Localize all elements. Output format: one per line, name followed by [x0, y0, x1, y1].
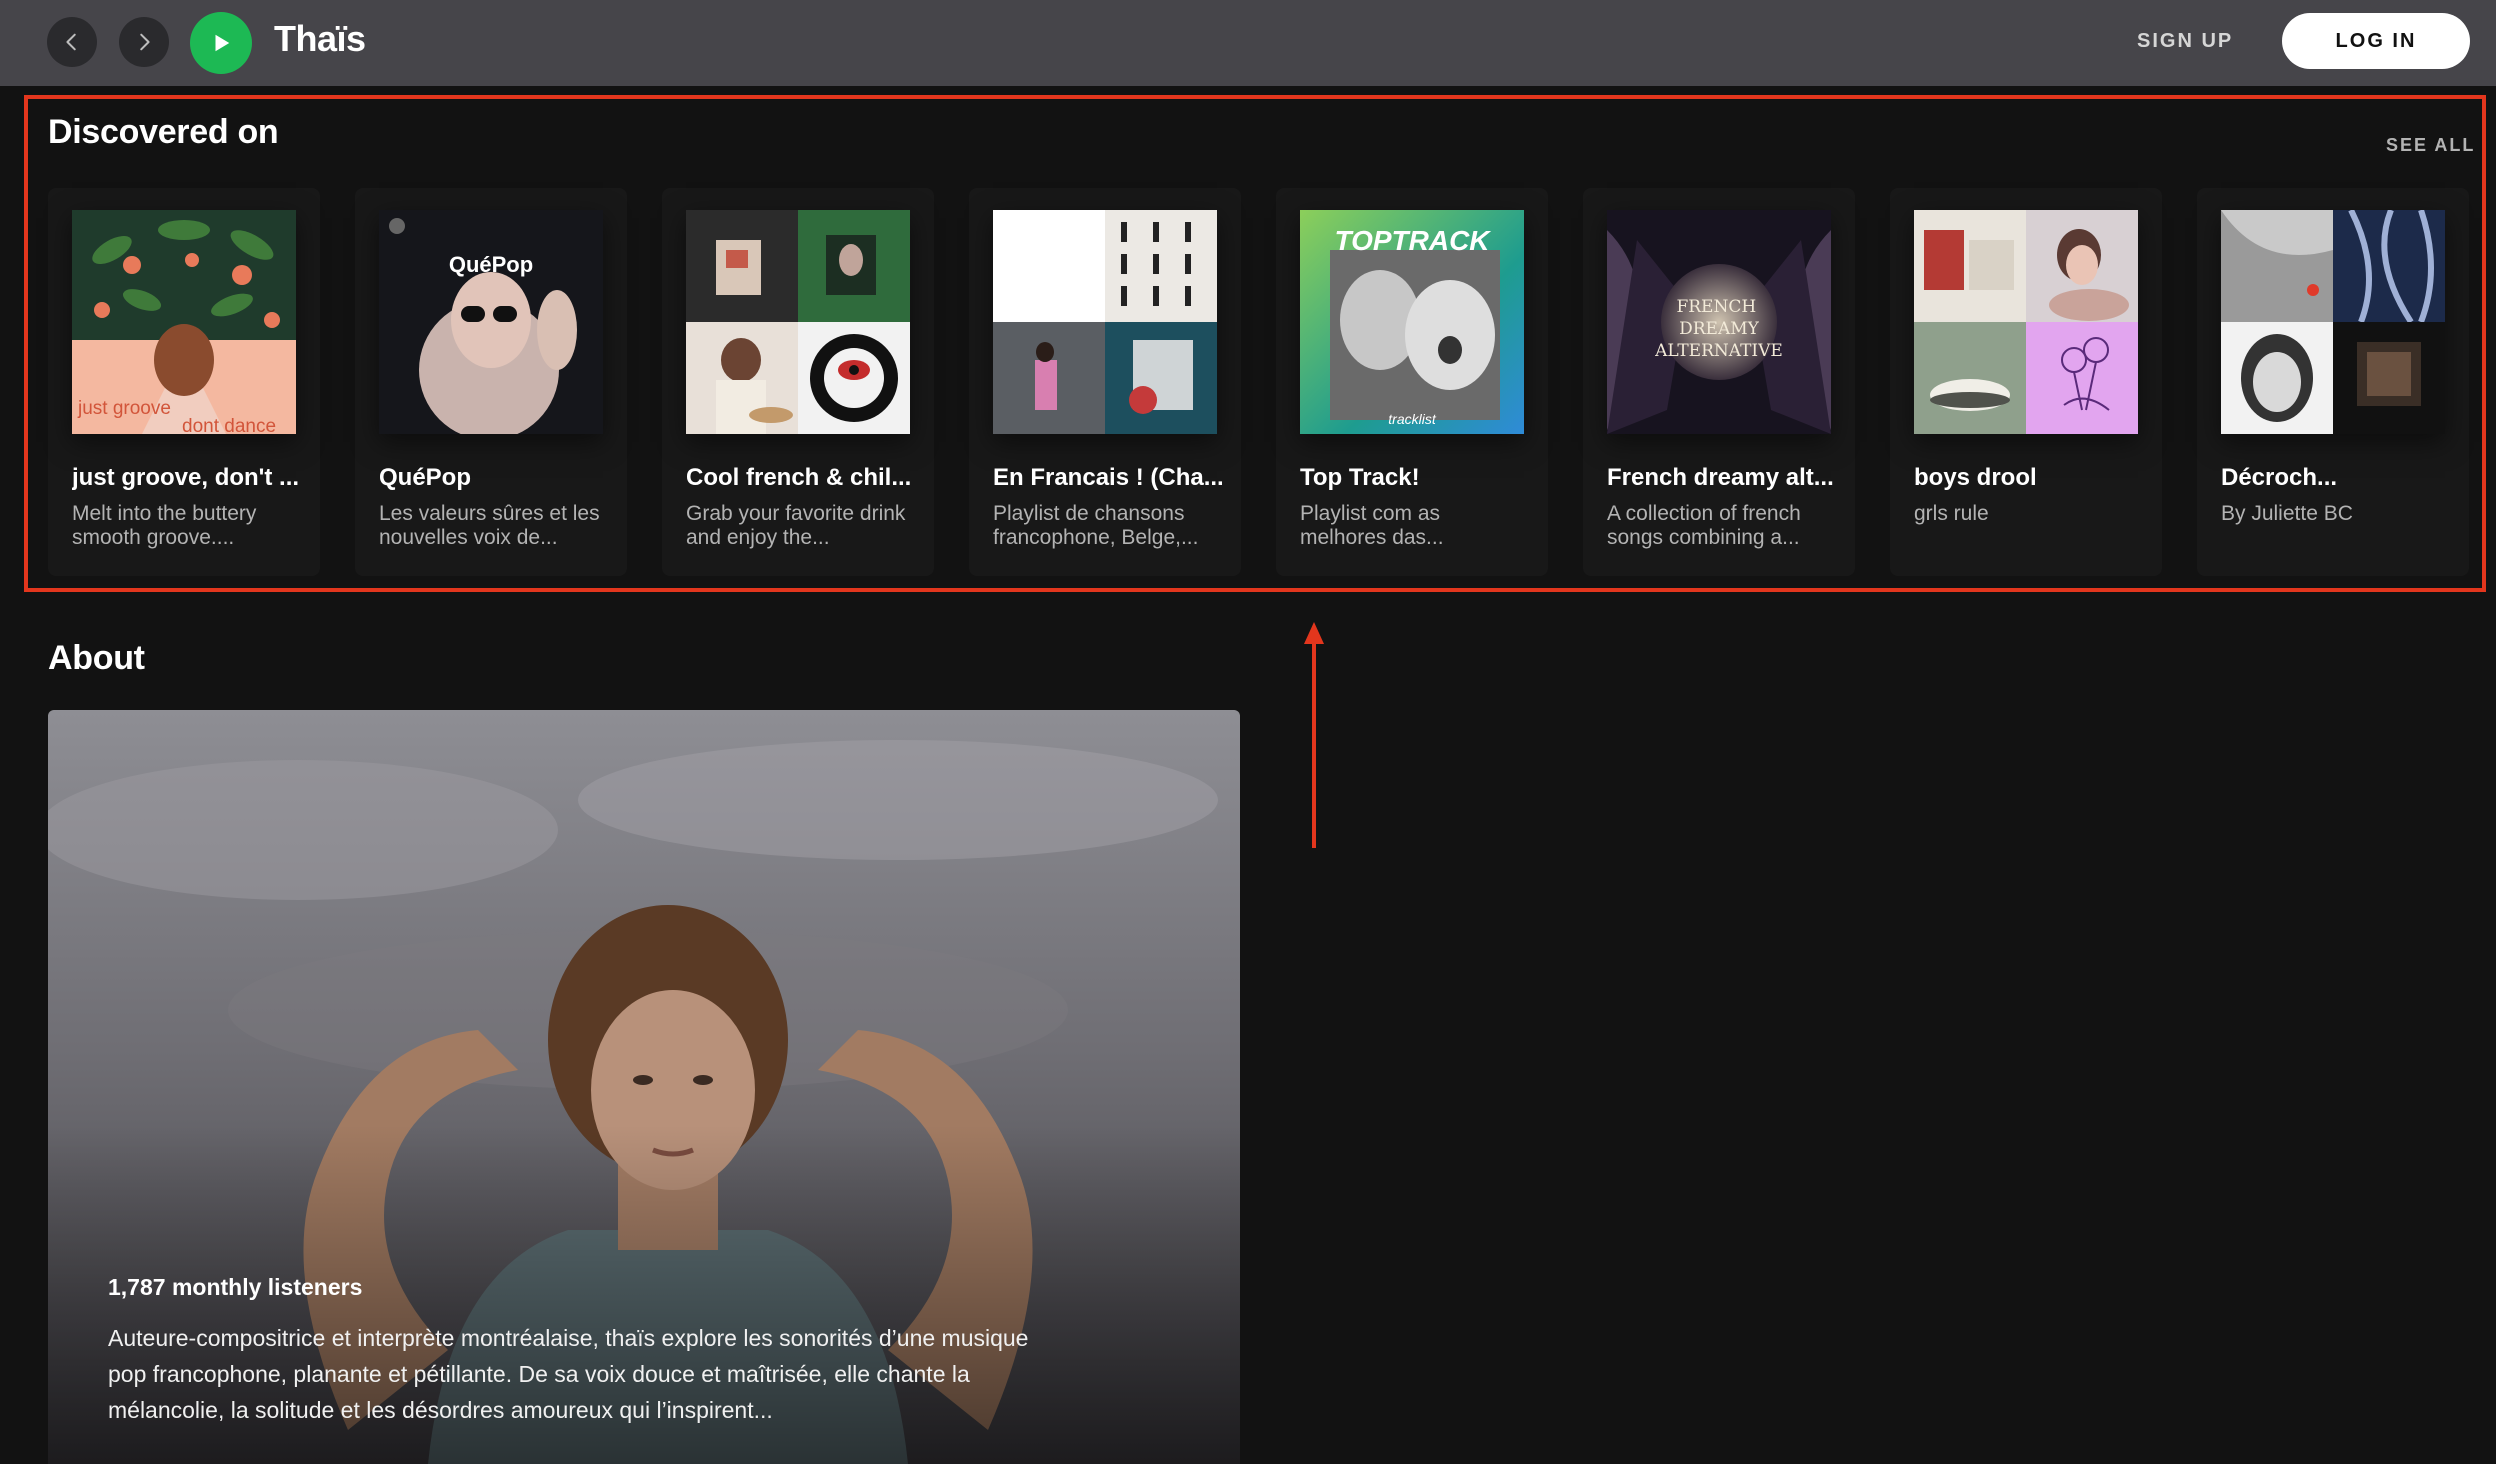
card-description: By Juliette BC [2221, 502, 2353, 525]
card-description: grls rule [1914, 502, 1989, 525]
playlist-cover [993, 210, 1217, 434]
playlist-cover [2221, 210, 2445, 434]
monthly-listeners: 1,787 monthly listeners [108, 1274, 363, 1300]
play-button[interactable] [190, 12, 252, 74]
card-title: Décroch... [2221, 464, 2338, 491]
discovered-on-title: Discovered on [48, 113, 279, 151]
play-icon [215, 34, 230, 52]
playlist-card[interactable]: Cool french & chil... Grab your favorite… [662, 188, 934, 576]
card-description: Les valeurs sûres et les nouvelles voix … [379, 502, 600, 549]
card-title: En Francais ! (Cha... [993, 464, 1224, 491]
playlist-card[interactable]: En Francais ! (Cha... Playlist de chanso… [969, 188, 1241, 576]
cover-text-line: DREAMY [1679, 319, 1760, 339]
about-artist-image[interactable]: 1,787 monthly listeners Auteure-composit… [48, 710, 1240, 1464]
cover-subtext: tracklist [1388, 411, 1437, 427]
see-all-link[interactable]: SEE ALL [2386, 135, 2475, 156]
cover-text: TOPTRACK [1334, 225, 1491, 256]
playlist-cover [1914, 210, 2138, 434]
forward-button[interactable] [119, 17, 169, 67]
cover-text: dont dance [182, 416, 276, 434]
annotation-arrow-icon [1304, 622, 1324, 848]
playlist-cover: FRENCH DREAMY ALTERNATIVE [1607, 210, 1831, 434]
sign-up-button[interactable]: SIGN UP [2137, 30, 2233, 53]
artist-name: Thaïs [274, 18, 366, 59]
chevron-left-icon [66, 33, 76, 51]
playlist-card[interactable]: QuéPop QuéPop Les valeurs sûres et les n… [355, 188, 627, 576]
chevron-right-icon [140, 33, 150, 51]
card-title: Cool french & chil... [686, 464, 912, 491]
playlist-cover [686, 210, 910, 434]
card-title: French dreamy alt... [1607, 464, 1834, 491]
playlist-card[interactable]: FRENCH DREAMY ALTERNATIVE French dreamy a… [1583, 188, 1855, 576]
card-description: Grab your favorite drink and enjoy the..… [686, 502, 906, 549]
playlist-cover: TOPTRACK tracklist [1300, 210, 1524, 434]
card-description: Playlist de chansons francophone, Belge,… [993, 502, 1199, 549]
card-title: QuéPop [379, 464, 472, 491]
card-description: Melt into the buttery smooth groove.... [72, 502, 257, 549]
playlist-card[interactable]: boys drool grls rule [1890, 188, 2162, 576]
card-title: just groove, don't ... [72, 464, 300, 491]
card-description: Playlist com as melhores das... [1300, 502, 1444, 549]
cover-text: just groove [77, 398, 171, 419]
cover-text-line: ALTERNATIVE [1654, 341, 1783, 361]
playlist-card[interactable]: TOPTRACK tracklist Top Track! Playlist c… [1276, 188, 1548, 576]
log-in-button[interactable]: LOG IN [2282, 13, 2470, 69]
cover-text: QuéPop [449, 252, 533, 277]
playlist-card[interactable]: just groove dont dance just groove, don'… [48, 188, 320, 576]
back-button[interactable] [47, 17, 97, 67]
playlist-card[interactable]: Décroch... By Juliette BC [2197, 188, 2469, 576]
playlist-cover: just groove dont dance [72, 210, 296, 434]
playlist-cover: QuéPop [379, 210, 603, 434]
card-description: A collection of french songs combining a… [1607, 502, 1801, 549]
top-bar: Thaïs SIGN UP LOG IN [0, 0, 2496, 86]
about-title: About [48, 639, 145, 677]
artist-bio: Auteure-compositrice et interprète montr… [108, 1325, 1029, 1423]
card-title: Top Track! [1300, 464, 1420, 491]
card-title: boys drool [1914, 464, 2037, 491]
